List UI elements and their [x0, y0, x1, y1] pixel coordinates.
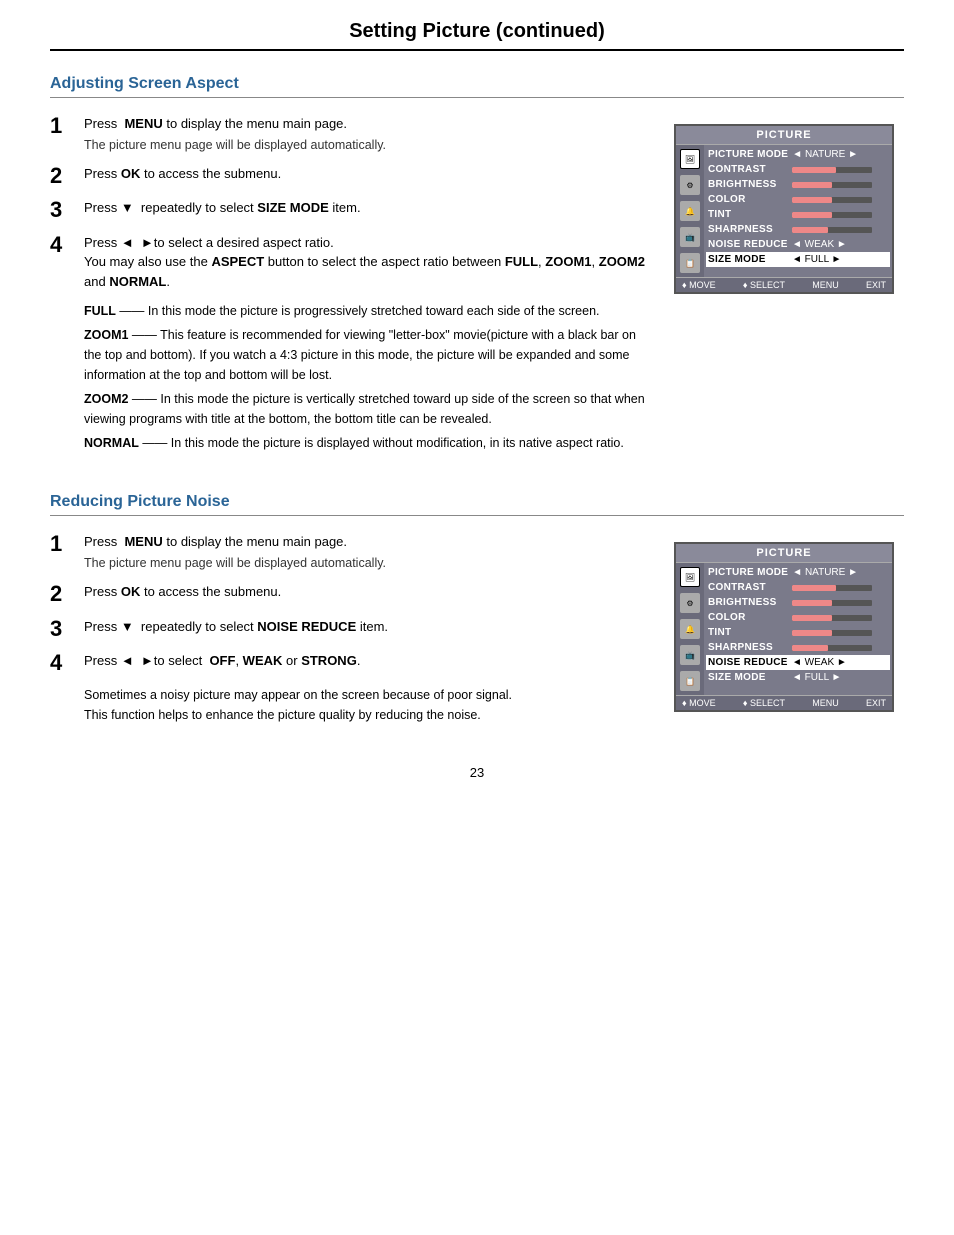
desc-full: FULL —— In this mode the picture is prog…: [84, 301, 654, 321]
step-1-4: 4 Press ◄ ►to select a desired aspect ra…: [50, 233, 654, 292]
step-2-3: 3 Press ▼ repeatedly to select NOISE RED…: [50, 617, 654, 641]
tv-menu-1-rows: PICTURE MODE ◄ NATURE ► CONTRAST BRIGHTN…: [704, 145, 892, 277]
tv-row2-picture-mode: PICTURE MODE ◄ NATURE ►: [708, 565, 888, 580]
desc-normal: NORMAL —— In this mode the picture is di…: [84, 433, 654, 453]
tv-row2-sharpness: SHARPNESS: [708, 640, 888, 655]
tv-icon-3: 🔔: [680, 201, 700, 221]
section2-content: 1 Press MENU to display the menu main pa…: [50, 532, 904, 725]
tv-icon-2: ⚙: [680, 175, 700, 195]
step-num-2-3: 3: [50, 617, 78, 641]
tv-row2-color: COLOR: [708, 610, 888, 625]
step-2-2: 2 Press OK to access the submenu.: [50, 582, 654, 606]
tv-icon-5: 📋: [680, 253, 700, 273]
step-num-2-2: 2: [50, 582, 78, 606]
page-title: Setting Picture (continued): [50, 20, 904, 51]
tv-menu-2-icons: 🖼 ⚙ 🔔 📺 📋: [676, 563, 704, 695]
step-text-1-3: Press ▼ repeatedly to select SIZE MODE i…: [84, 198, 654, 218]
step-num-1-1: 1: [50, 114, 78, 138]
section1-descriptions: FULL —— In this mode the picture is prog…: [84, 301, 654, 453]
tv-menu-1-body: 🖼 ⚙ 🔔 📺 📋 PICTURE MODE ◄ NATURE ► CONTRA…: [676, 145, 892, 277]
step-2-1: 1 Press MENU to display the menu main pa…: [50, 532, 654, 572]
tv-menu-2: PICTURE 🖼 ⚙ 🔔 📺 📋 PICTURE MODE ◄ NATURE …: [674, 542, 894, 712]
tv-row2-brightness: BRIGHTNESS: [708, 595, 888, 610]
step-text-2-4: Press ◄ ►to select OFF, WEAK or STRONG.: [84, 651, 654, 671]
desc-zoom2: ZOOM2 —— In this mode the picture is ver…: [84, 389, 654, 429]
step-2-4: 4 Press ◄ ►to select OFF, WEAK or STRONG…: [50, 651, 654, 675]
section-adjusting-screen-aspect: Adjusting Screen Aspect 1 Press MENU to …: [50, 75, 904, 457]
step-text-1-2: Press OK to access the submenu.: [84, 164, 654, 184]
tv-row2-size-mode: SIZE MODE ◄ FULL ►: [708, 670, 888, 685]
tv-menu-1-footer: ♦ MOVE♦ SELECTMENUEXIT: [676, 277, 892, 292]
tv-row-color: COLOR: [708, 192, 888, 207]
tv-row-size-mode-highlighted: SIZE MODE ◄ FULL ►: [706, 252, 890, 267]
tv-row-picture-mode: PICTURE MODE ◄ NATURE ►: [708, 147, 888, 162]
tv-row-sharpness: SHARPNESS: [708, 222, 888, 237]
step-text-1-1: Press MENU to display the menu main page…: [84, 114, 654, 154]
tv-row2-contrast: CONTRAST: [708, 580, 888, 595]
step-1-2: 2 Press OK to access the submenu.: [50, 164, 654, 188]
tv-row2-tint: TINT: [708, 625, 888, 640]
tv-menu-2-footer: ♦ MOVE♦ SELECTMENUEXIT: [676, 695, 892, 710]
step-text-2-1: Press MENU to display the menu main page…: [84, 532, 654, 572]
section1-content: 1 Press MENU to display the menu main pa…: [50, 114, 904, 457]
tv-icon2-5: 📋: [680, 671, 700, 691]
tv-menu-1: PICTURE 🖼 ⚙ 🔔 📺 📋 PICTURE MODE ◄ NATURE …: [674, 124, 894, 294]
desc-zoom1: ZOOM1 —— This feature is recommended for…: [84, 325, 654, 385]
section1-divider: [50, 97, 904, 98]
tv-menu-2-rows: PICTURE MODE ◄ NATURE ► CONTRAST BRIGHTN…: [704, 563, 892, 695]
section2-menu-image: PICTURE 🖼 ⚙ 🔔 📺 📋 PICTURE MODE ◄ NATURE …: [674, 532, 904, 725]
step-text-2-2: Press OK to access the submenu.: [84, 582, 654, 602]
step-num-1-4: 4: [50, 233, 78, 257]
step-text-2-3: Press ▼ repeatedly to select NOISE REDUC…: [84, 617, 654, 637]
step-text-1-4: Press ◄ ►to select a desired aspect rati…: [84, 233, 654, 292]
tv-icon2-picture: 🖼: [680, 567, 700, 587]
section2-divider: [50, 515, 904, 516]
tv-icon2-2: ⚙: [680, 593, 700, 613]
section2-note: Sometimes a noisy picture may appear on …: [84, 685, 654, 725]
step-1-3: 3 Press ▼ repeatedly to select SIZE MODE…: [50, 198, 654, 222]
tv-row-noise-reduce: NOISE REDUCE ◄ WEAK ►: [708, 237, 888, 252]
step-num-1-3: 3: [50, 198, 78, 222]
tv-menu-2-body: 🖼 ⚙ 🔔 📺 📋 PICTURE MODE ◄ NATURE ► CONTRA…: [676, 563, 892, 695]
tv-menu-1-header: PICTURE: [676, 126, 892, 145]
tv-row-contrast: CONTRAST: [708, 162, 888, 177]
section1-steps: 1 Press MENU to display the menu main pa…: [50, 114, 654, 457]
step-1-1: 1 Press MENU to display the menu main pa…: [50, 114, 654, 154]
step-num-2-4: 4: [50, 651, 78, 675]
section-reducing-picture-noise: Reducing Picture Noise 1 Press MENU to d…: [50, 493, 904, 725]
page-number: 23: [50, 765, 904, 780]
tv-menu-2-header: PICTURE: [676, 544, 892, 563]
step-num-2-1: 1: [50, 532, 78, 556]
section2-steps: 1 Press MENU to display the menu main pa…: [50, 532, 654, 725]
section1-menu-image: PICTURE 🖼 ⚙ 🔔 📺 📋 PICTURE MODE ◄ NATURE …: [674, 114, 904, 457]
tv-icon-picture: 🖼: [680, 149, 700, 169]
tv-icon2-3: 🔔: [680, 619, 700, 639]
section1-title: Adjusting Screen Aspect: [50, 75, 904, 93]
tv-icon-4: 📺: [680, 227, 700, 247]
tv-row2-noise-reduce-highlighted: NOISE REDUCE ◄ WEAK ►: [706, 655, 890, 670]
tv-icon2-4: 📺: [680, 645, 700, 665]
tv-row-tint: TINT: [708, 207, 888, 222]
tv-menu-1-icons: 🖼 ⚙ 🔔 📺 📋: [676, 145, 704, 277]
step-num-1-2: 2: [50, 164, 78, 188]
section2-title: Reducing Picture Noise: [50, 493, 904, 511]
tv-row-brightness: BRIGHTNESS: [708, 177, 888, 192]
